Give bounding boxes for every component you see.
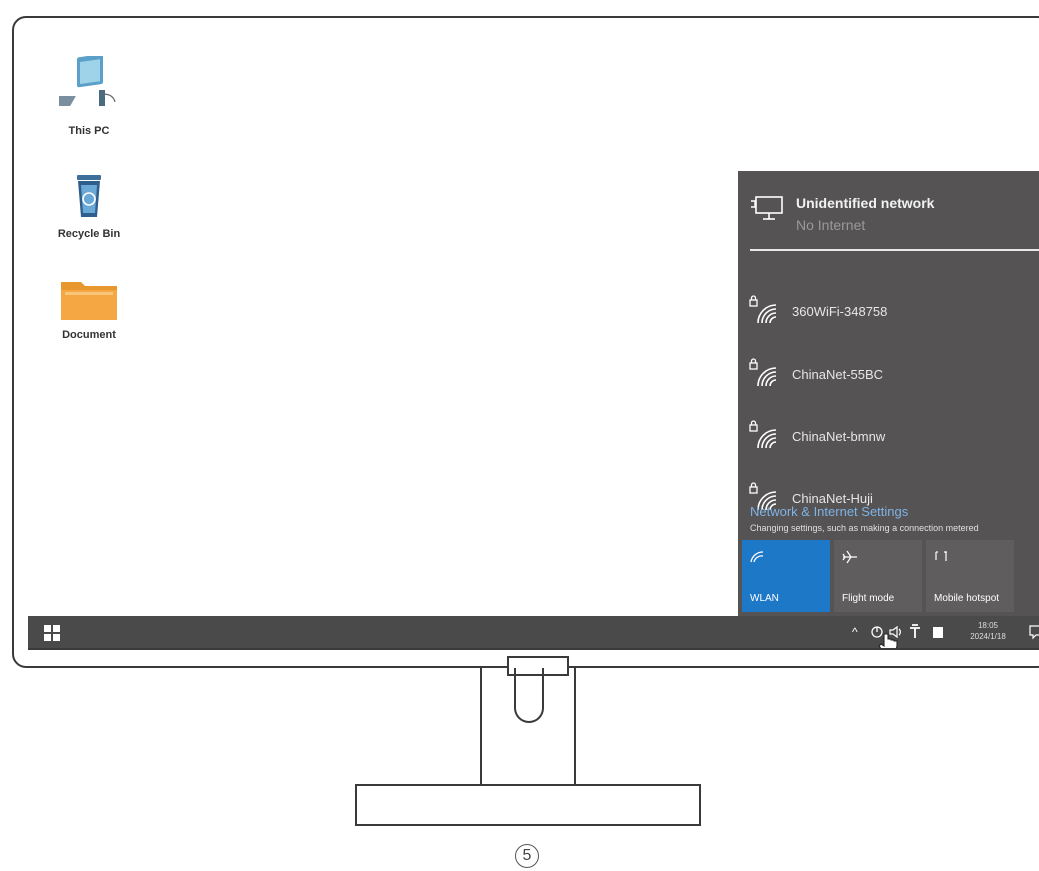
network-name: 360WiFi-348758 — [792, 304, 888, 319]
wifi-icon — [750, 551, 764, 563]
current-network-status: No Internet — [796, 217, 866, 233]
desktop-icon-this-pc[interactable]: This PC — [42, 54, 134, 137]
desktop-icon-label: Document — [62, 329, 116, 341]
notification-icon[interactable] — [1028, 624, 1039, 640]
desktop-screen: This PC Recycle Bin Document Unidentifie… — [28, 36, 1039, 648]
start-button[interactable] — [44, 625, 60, 641]
battery-icon[interactable] — [932, 625, 944, 639]
network-settings-hint: Changing settings, such as making a conn… — [750, 523, 979, 533]
folder-icon — [61, 282, 117, 320]
tile-label: WLAN — [750, 593, 779, 604]
separator — [750, 249, 1039, 251]
clock-time: 18:05 — [977, 621, 999, 630]
monitor-stand-base — [355, 784, 701, 826]
clock[interactable]: 18:05 2024/1/18 — [958, 620, 1018, 642]
wifi-secured-icon — [749, 420, 777, 449]
taskbar: ^ 18:05 2024/1/18 — [28, 616, 1039, 648]
hotspot-icon — [935, 551, 947, 561]
monitor-frame: This PC Recycle Bin Document Unidentifie… — [12, 16, 1039, 676]
network-item[interactable]: ChinaNet-bmnw — [748, 420, 1038, 454]
pin-icon[interactable] — [908, 624, 922, 640]
tile-label: Flight mode — [842, 593, 895, 604]
chevron-up-icon[interactable]: ^ — [852, 616, 858, 648]
desktop-icon-label: This PC — [68, 125, 110, 137]
network-flyout: Unidentified network No Internet 360WiFi… — [738, 171, 1039, 616]
desktop-icon-document[interactable]: Document — [44, 276, 134, 341]
desktop-icon-recycle-bin[interactable]: Recycle Bin — [44, 171, 134, 240]
clock-date: 2024/1/18 — [970, 632, 1006, 641]
wifi-secured-icon — [749, 358, 777, 387]
network-name: ChinaNet-bmnw — [792, 429, 886, 444]
cable-slot — [514, 668, 544, 723]
tile-wlan[interactable]: WLAN — [742, 540, 830, 612]
tile-flight-mode[interactable]: Flight mode — [834, 540, 922, 612]
network-settings-link[interactable]: Network & Internet Settings — [750, 504, 908, 519]
current-network-name: Unidentified network — [796, 195, 935, 211]
tile-mobile-hotspot[interactable]: Mobile hotspot — [926, 540, 1014, 612]
tile-label: Mobile hotspot — [934, 593, 1000, 604]
computer-icon — [42, 54, 116, 106]
step-number: 5 — [515, 844, 539, 868]
wifi-secured-icon — [749, 295, 777, 324]
network-item[interactable]: 360WiFi-348758 — [748, 295, 1038, 329]
hand-cursor-icon — [878, 633, 898, 648]
bezel-divider — [28, 648, 1039, 650]
airplane-icon — [842, 550, 857, 564]
network-item[interactable]: ChinaNet-55BC — [748, 358, 1038, 392]
recycle-bin-icon — [77, 175, 101, 217]
network-name: ChinaNet-55BC — [792, 367, 884, 382]
windows-logo-icon — [44, 625, 51, 632]
desktop-icon-label: Recycle Bin — [57, 228, 121, 240]
ethernet-monitor-icon — [751, 196, 783, 220]
